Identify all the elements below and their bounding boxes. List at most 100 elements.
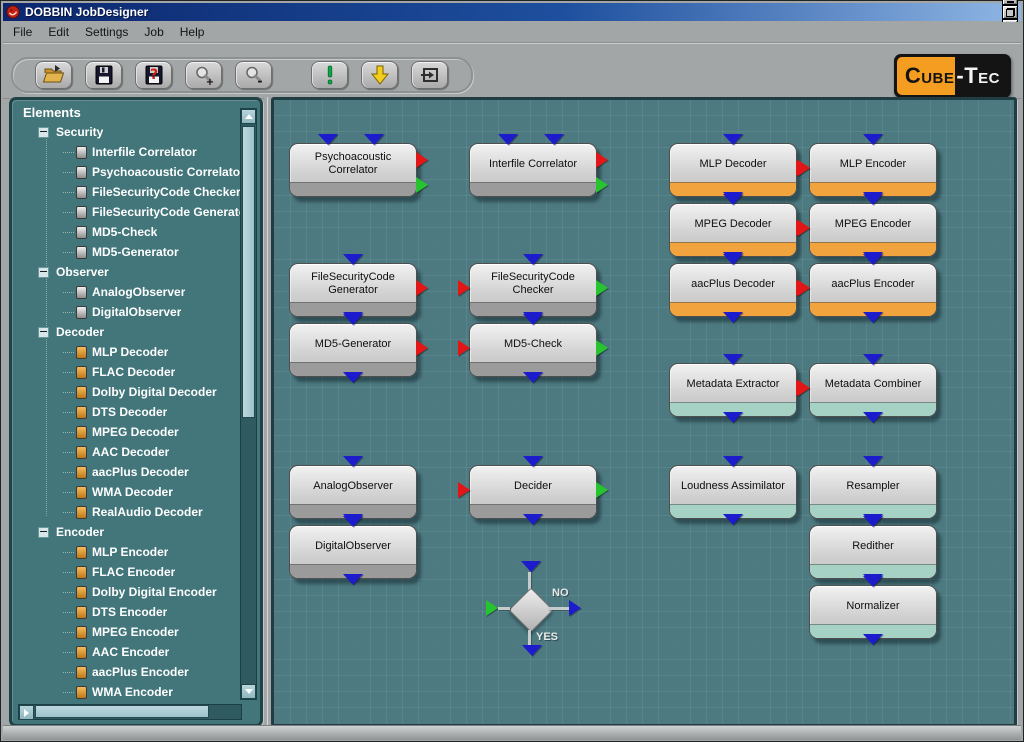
port-bottom[interactable] (863, 634, 883, 645)
save-button[interactable] (85, 61, 122, 89)
restore-button[interactable] (1002, 5, 1018, 19)
port-top[interactable] (723, 194, 743, 205)
port-top[interactable] (863, 516, 883, 527)
tree-root-elements[interactable]: Elements (15, 102, 243, 122)
node-filesecuritycode-checker[interactable]: FileSecurityCode Checker (469, 263, 597, 317)
port-top-a[interactable] (498, 134, 518, 145)
menu-settings[interactable]: Settings (77, 23, 136, 41)
sidebar-item-aacplus-encoder[interactable]: aacPlus Encoder (15, 662, 243, 682)
port-bottom[interactable] (523, 372, 543, 383)
node-digitalobserver[interactable]: DigitalObserver (289, 525, 417, 579)
node-mpeg-encoder[interactable]: MPEG Encoder (809, 203, 937, 257)
sidebar-item-interfile-correlator[interactable]: Interfile Correlator (15, 142, 243, 162)
vertical-scroll-thumb[interactable] (242, 126, 255, 418)
port-left-red[interactable] (458, 340, 470, 356)
job-canvas[interactable]: NO YES Psychoacoustic CorrelatorInterfil… (274, 100, 1014, 724)
sidebar-item-aac-encoder[interactable]: AAC Encoder (15, 642, 243, 662)
port-bottom[interactable] (863, 412, 883, 423)
menu-job[interactable]: Job (136, 23, 171, 41)
node-md5-generator[interactable]: MD5-Generator (289, 323, 417, 377)
collapse-icon[interactable] (38, 527, 49, 538)
collapse-icon[interactable] (38, 267, 49, 278)
port-top[interactable] (863, 134, 883, 145)
port-top[interactable] (863, 456, 883, 467)
sidebar-item-mpeg-encoder[interactable]: MPEG Encoder (15, 622, 243, 642)
port-bottom[interactable] (723, 412, 743, 423)
port-top-b[interactable] (364, 134, 384, 145)
scroll-up-button[interactable] (241, 109, 256, 124)
node-analogobserver[interactable]: AnalogObserver (289, 465, 417, 519)
horizontal-scroll-thumb[interactable] (35, 705, 209, 718)
port-top[interactable] (863, 354, 883, 365)
sidebar-item-wma-decoder[interactable]: WMA Decoder (15, 482, 243, 502)
port-left-red[interactable] (458, 280, 470, 296)
decision-diamond[interactable] (508, 587, 553, 632)
port-left-red[interactable] (458, 482, 470, 498)
node-mlp-encoder[interactable]: MLP Encoder (809, 143, 937, 197)
port-bottom[interactable] (723, 312, 743, 323)
decision-node[interactable] (508, 587, 552, 631)
node-resampler[interactable]: Resampler (809, 465, 937, 519)
port-right-green[interactable] (596, 482, 608, 498)
menu-help[interactable]: Help (172, 23, 213, 41)
node-md5-check[interactable]: MD5-Check (469, 323, 597, 377)
menu-file[interactable]: File (5, 23, 40, 41)
port-top-b[interactable] (544, 134, 564, 145)
port-right-red[interactable] (416, 340, 428, 356)
port-top[interactable] (863, 254, 883, 265)
decision-no-output-port[interactable] (569, 600, 581, 616)
decision-yes-output-port[interactable] (522, 645, 542, 656)
node-loudness-assimilator[interactable]: Loudness Assimilator (669, 465, 797, 519)
port-top[interactable] (723, 134, 743, 145)
submit-button[interactable] (361, 61, 398, 89)
node-normalizer[interactable]: Normalizer (809, 585, 937, 639)
node-aacplus-encoder[interactable]: aacPlus Encoder (809, 263, 937, 317)
port-top[interactable] (343, 456, 363, 467)
node-psychoacoustic-correlator[interactable]: Psychoacoustic Correlator (289, 143, 417, 197)
port-top[interactable] (723, 354, 743, 365)
port-top[interactable] (863, 576, 883, 587)
tree-section-observer[interactable]: Observer (15, 262, 243, 282)
collapse-icon[interactable] (38, 327, 49, 338)
sidebar-item-dolby-digital-decoder[interactable]: Dolby Digital Decoder (15, 382, 243, 402)
sidebar-item-mpeg-decoder[interactable]: MPEG Decoder (15, 422, 243, 442)
port-right-green[interactable] (596, 340, 608, 356)
port-top[interactable] (863, 194, 883, 205)
open-button[interactable] (35, 61, 72, 89)
port-right-red-upper[interactable] (596, 152, 608, 168)
port-top[interactable] (523, 254, 543, 265)
node-interfile-correlator[interactable]: Interfile Correlator (469, 143, 597, 197)
scroll-down-button[interactable] (241, 684, 256, 699)
port-top[interactable] (723, 456, 743, 467)
port-top-a[interactable] (318, 134, 338, 145)
node-redither[interactable]: Redither (809, 525, 937, 579)
port-bottom[interactable] (723, 514, 743, 525)
zoom-out-button[interactable]: - (235, 61, 272, 89)
port-right-green[interactable] (596, 280, 608, 296)
port-top[interactable] (723, 254, 743, 265)
sidebar-item-aac-decoder[interactable]: AAC Decoder (15, 442, 243, 462)
node-decider[interactable]: Decider (469, 465, 597, 519)
port-left-red[interactable] (798, 280, 810, 296)
node-mpeg-decoder[interactable]: MPEG Decoder (669, 203, 797, 257)
tree-section-encoder[interactable]: Encoder (15, 522, 243, 542)
port-right-red[interactable] (416, 280, 428, 296)
save-check-button[interactable]: ? (135, 61, 172, 89)
sidebar-item-filesecuritycode-checker[interactable]: FileSecurityCode Checker (15, 182, 243, 202)
node-filesecuritycode-generator[interactable]: FileSecurityCode Generator (289, 263, 417, 317)
port-bottom[interactable] (343, 574, 363, 585)
validate-button[interactable] (311, 61, 348, 89)
decision-top-input-port[interactable] (521, 561, 541, 572)
sidebar-item-filesecuritycode-generator[interactable]: FileSecurityCode Generator (15, 202, 243, 222)
zoom-in-button[interactable]: + (185, 61, 222, 89)
node-metadata-extractor[interactable]: Metadata Extractor (669, 363, 797, 417)
sidebar-item-dts-encoder[interactable]: DTS Encoder (15, 602, 243, 622)
port-top[interactable] (343, 314, 363, 325)
collapse-icon[interactable] (38, 127, 49, 138)
port-left-red[interactable] (798, 220, 810, 236)
tree-section-decoder[interactable]: Decoder (15, 322, 243, 342)
tree-horizontal-scrollbar[interactable] (18, 704, 242, 720)
node-metadata-combiner[interactable]: Metadata Combiner (809, 363, 937, 417)
port-bottom[interactable] (863, 312, 883, 323)
tree-section-security[interactable]: Security (15, 122, 243, 142)
